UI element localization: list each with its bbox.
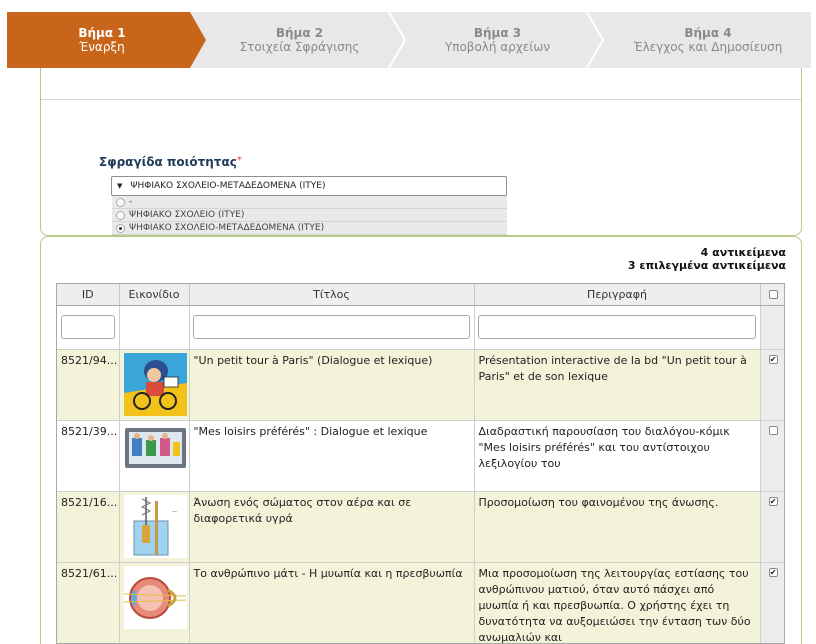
wizard-steps: Βήμα 1 Έναρξη Βήμα 2 Στοιχεία Σφράγισης … [7, 12, 811, 68]
seal-option-label: - [129, 197, 133, 207]
row-id: 8521/39... [57, 420, 120, 492]
grid-header: ID Εικονίδιο Τίτλος Περιγραφή [57, 284, 784, 306]
svg-text:—: — [172, 509, 177, 515]
seal-option-label: ΨΗΦΙΑΚΟ ΣΧΟΛΕΙΟ-ΜΕΤΑΔΕΔΟΜΕΝΑ (ΙΤΥΕ) [129, 223, 325, 233]
seal-label-text: Σφραγίδα ποιότητας [99, 155, 237, 169]
step-3-title: Βήμα 3 [473, 26, 522, 40]
row-description: Présentation interactive de la bd "Un pe… [474, 349, 761, 421]
seal-label: Σφραγίδα ποιότητας* [99, 155, 242, 169]
table-row[interactable]: 8521/61... Το ανθρώπινο μάτι - Η μυωπία … [57, 562, 784, 643]
eye-icon [123, 565, 187, 629]
row-select-cell [760, 349, 784, 421]
filter-cell [57, 305, 120, 350]
filter-cell [760, 305, 784, 350]
table-row[interactable]: 8521/94... "Un petit tour à Paris" (Dial… [57, 349, 784, 421]
step-2[interactable]: Βήμα 2 Στοιχεία Σφράγισης [207, 12, 392, 68]
column-header-title[interactable]: Τίτλος [189, 284, 475, 306]
row-checkbox[interactable] [768, 494, 778, 510]
filter-row [57, 305, 784, 350]
row-select-cell [760, 491, 784, 563]
row-title: Άνωση ενός σώματος στον αέρα και σε διαφ… [189, 491, 475, 563]
step-1-subtitle: Έναρξη [79, 40, 125, 54]
column-header-icon[interactable]: Εικονίδιο [119, 284, 190, 306]
row-checkbox[interactable] [768, 352, 778, 368]
table-row[interactable]: 8521/39... "Mes loisirs préférés": Dial… [57, 420, 784, 492]
row-description: Μια προσομοίωση της λειτουργίας εστίασης… [474, 562, 761, 643]
step-3[interactable]: Βήμα 3 Υποβολή αρχείων [405, 12, 590, 68]
filter-cell [119, 305, 190, 350]
step-2-title: Βήμα 2 [275, 26, 324, 40]
select-all-checkbox[interactable] [768, 290, 778, 300]
total-count: 4 αντικείμενα [700, 246, 786, 259]
id-filter-input[interactable] [60, 315, 115, 339]
row-title: "Mes loisirs préférés" : Dialogue et lex… [189, 420, 475, 492]
select-all-cell [760, 284, 784, 306]
column-header-description[interactable]: Περιγραφή [474, 284, 761, 306]
step-1-title: Βήμα 1 [78, 26, 126, 40]
row-select-cell [760, 562, 784, 643]
filter-cell [474, 305, 761, 350]
description-filter-input[interactable] [478, 315, 756, 339]
row-title: "Un petit tour à Paris" (Dialogue et lex… [189, 349, 475, 421]
required-marker: * [236, 155, 242, 166]
step-1[interactable]: Βήμα 1 Έναρξη [7, 12, 197, 68]
filter-cell [189, 305, 475, 350]
caret-down-icon: ▼ [117, 182, 123, 190]
row-id: 8521/61... [57, 562, 120, 643]
row-select-cell [760, 420, 784, 492]
row-description: Διαδραστική παρουσίαση του διαλόγου-κόμι… [474, 420, 761, 492]
row-icon-cell [119, 420, 190, 492]
screen-icon [123, 423, 187, 487]
buoyancy-icon: — [123, 494, 187, 558]
row-icon-cell [119, 349, 190, 421]
items-grid: ID Εικονίδιο Τίτλος Περιγραφή 8521/94... [56, 283, 785, 644]
step-4-subtitle: Έλεγχος και Δημοσίευση [633, 40, 783, 54]
radio-button[interactable] [116, 197, 125, 207]
radio-button[interactable] [116, 223, 125, 233]
title-filter-input[interactable] [193, 315, 470, 339]
selected-count: 3 επιλεγμένα αντικείμενα [627, 259, 786, 272]
row-title: Το ανθρώπινο μάτι - Η μυωπία και η πρεσβ… [189, 562, 475, 643]
step-2-subtitle: Στοιχεία Σφράγισης [239, 40, 360, 54]
table-row[interactable]: 8521/16... — Άνωση ενός σώματος στον αέρ… [57, 491, 784, 563]
row-checkbox[interactable] [768, 565, 778, 581]
radio-button[interactable] [116, 210, 125, 220]
row-icon-cell [119, 562, 190, 643]
step-3-subtitle: Υποβολή αρχείων [444, 40, 551, 54]
seal-option-label: ΨΗΦΙΑΚΟ ΣΧΟΛΕΙΟ (ΙΤΥΕ) [129, 210, 245, 220]
seal-option[interactable]: - [112, 196, 507, 209]
comic-icon [123, 352, 187, 416]
row-id: 8521/94... [57, 349, 120, 421]
seal-select-value: ΨΗΦΙΑΚΟ ΣΧΟΛΕΙΟ-ΜΕΤΑΔΕΔΟΜΕΝΑ (ΙΤΥΕ) [130, 181, 326, 191]
seal-option[interactable]: ΨΗΦΙΑΚΟ ΣΧΟΛΕΙΟ (ΙΤΥΕ) [112, 209, 507, 222]
seal-options: - ΨΗΦΙΑΚΟ ΣΧΟΛΕΙΟ (ΙΤΥΕ) ΨΗΦΙΑΚΟ ΣΧΟΛΕΙΟ… [112, 196, 507, 235]
row-id: 8521/16... [57, 491, 120, 563]
column-header-id[interactable]: ID [57, 284, 120, 306]
step-4[interactable]: Βήμα 4 Έλεγχος και Δημοσίευση [605, 12, 811, 68]
step-4-title: Βήμα 4 [684, 26, 732, 40]
row-checkbox[interactable] [768, 425, 778, 435]
seal-option[interactable]: ΨΗΦΙΑΚΟ ΣΧΟΛΕΙΟ-ΜΕΤΑΔΕΔΟΜΕΝΑ (ΙΤΥΕ) [112, 222, 507, 235]
row-description: Προσομοίωση του φαινομένου της άνωσης. [474, 491, 761, 563]
seal-select[interactable]: ▼ ΨΗΦΙΑΚΟ ΣΧΟΛΕΙΟ-ΜΕΤΑΔΕΔΟΜΕΝΑ (ΙΤΥΕ) [111, 176, 507, 196]
row-icon-cell: — [119, 491, 190, 563]
panel-divider [41, 99, 801, 100]
item-counts: 4 αντικείμενα 3 επιλεγμένα αντικείμενα [628, 246, 786, 272]
